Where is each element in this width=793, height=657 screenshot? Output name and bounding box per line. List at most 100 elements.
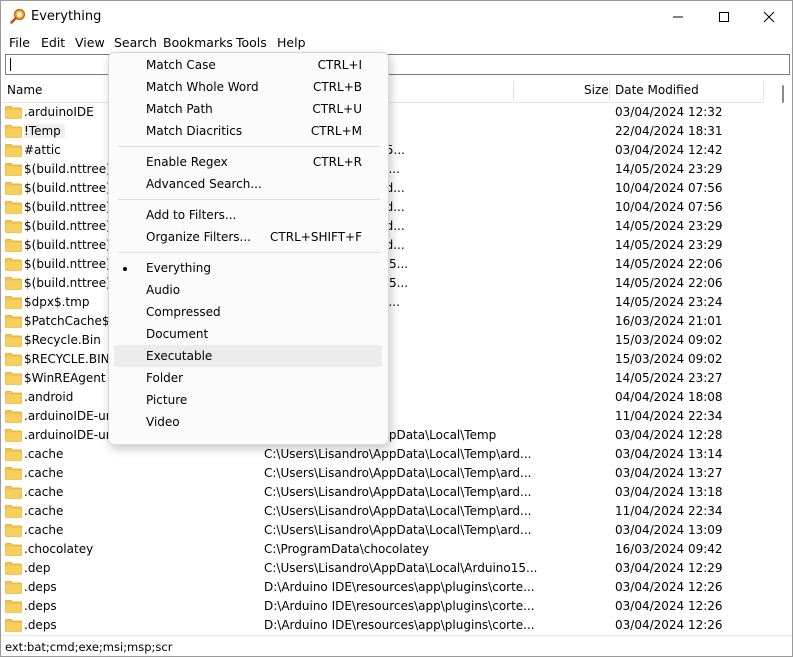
menu-bar: File Edit View Search Bookmarks Tools He…: [1, 32, 792, 52]
table-row[interactable]: .deps D:\Arduino IDE\resources\app\plugin…: [1, 578, 764, 597]
folder-icon: [5, 410, 22, 423]
table-row[interactable]: .cache C:\Users\Lisandro\AppData\Local\Te…: [1, 464, 764, 483]
menu-search[interactable]: Search: [114, 34, 157, 52]
menu-file[interactable]: File: [9, 34, 30, 52]
menu-item-document[interactable]: Document: [114, 323, 382, 345]
row-date: 10/04/2024 07:56: [615, 200, 723, 214]
menu-item-label: Organize Filters...: [146, 230, 251, 244]
row-path: C:\ProgramData\chocolatey: [264, 542, 430, 556]
column-divider[interactable]: [609, 81, 610, 101]
menu-item-everything[interactable]: Everything: [114, 257, 382, 279]
menu-item-label: Folder: [146, 371, 184, 385]
menu-tools[interactable]: Tools: [236, 34, 267, 52]
folder-icon: [5, 258, 22, 271]
menu-item-match-case[interactable]: Match Case CTRL+I: [114, 54, 382, 76]
row-name: $PatchCache$: [24, 314, 110, 328]
menu-item-shortcut: CTRL+U: [312, 102, 362, 116]
menu-item-label: Document: [146, 327, 209, 341]
column-size[interactable]: Size: [584, 79, 609, 102]
menu-edit[interactable]: Edit: [41, 34, 65, 52]
menu-item-audio[interactable]: Audio: [114, 279, 382, 301]
folder-icon: [5, 562, 22, 575]
minimize-button[interactable]: [655, 1, 701, 32]
row-date: 11/04/2024 22:34: [615, 504, 723, 518]
row-path: C:\Users\Lisandro\AppData\Local\Arduino1…: [264, 561, 538, 575]
row-date: 04/04/2024 18:08: [615, 390, 723, 404]
row-date: 03/04/2024 13:14: [615, 447, 723, 461]
menu-item-enable-regex[interactable]: Enable Regex CTRL+R: [114, 151, 382, 173]
menu-item-advanced-search[interactable]: Advanced Search...: [114, 173, 382, 195]
row-date: 11/04/2024 22:34: [615, 409, 723, 423]
row-name: $(build.nttree): [24, 276, 111, 290]
row-name: !Temp: [24, 124, 65, 138]
row-date: 16/03/2024 09:42: [615, 542, 723, 556]
row-date: 14/05/2024 23:24: [615, 295, 723, 309]
table-row[interactable]: .cache C:\Users\Lisandro\AppData\Local\Te…: [1, 483, 764, 502]
row-date: 14/05/2024 23:29: [615, 219, 723, 233]
table-row[interactable]: .cache C:\Users\Lisandro\AppData\Local\Te…: [1, 502, 764, 521]
folder-icon: [5, 220, 22, 233]
window-title: Everything: [31, 9, 102, 24]
menu-item-label: Advanced Search...: [146, 177, 262, 191]
menu-item-organize-filters[interactable]: Organize Filters... CTRL+SHIFT+F: [114, 226, 382, 248]
row-path: C:\Users\Lisandro\AppData\Local\Temp\ard…: [264, 504, 532, 518]
row-name: .deps: [24, 580, 57, 594]
row-name: .cache: [24, 523, 64, 537]
row-date: 03/04/2024 12:28: [615, 428, 723, 442]
table-row[interactable]: .cache C:\Users\Lisandro\AppData\Local\Te…: [1, 445, 764, 464]
folder-icon: [5, 353, 22, 366]
menu-item-video[interactable]: Video: [114, 411, 382, 433]
table-row[interactable]: .cache C:\Users\Lisandro\AppData\Local\Te…: [1, 521, 764, 540]
menu-item-folder[interactable]: Folder: [114, 367, 382, 389]
menu-help[interactable]: Help: [277, 34, 306, 52]
table-row[interactable]: .dep C:\Users\Lisandro\AppData\Local\Ardu…: [1, 559, 764, 578]
title-bar[interactable]: Everything: [1, 1, 792, 32]
column-name[interactable]: Name: [7, 79, 42, 102]
folder-icon: [5, 315, 22, 328]
column-divider[interactable]: [763, 81, 764, 101]
menu-item-label: Match Diacritics: [146, 124, 243, 138]
status-filter-text: ext:bat;cmd;exe;msi;msp;scr: [5, 640, 173, 654]
close-button[interactable]: [746, 1, 792, 32]
folder-icon: [5, 144, 22, 157]
menu-item-label: Audio: [146, 283, 181, 297]
search-menu-dropdown: Match Case CTRL+I Match Whole Word CTRL+B Ma…: [108, 52, 389, 445]
scrollbar-thumb[interactable]: [782, 85, 784, 103]
maximize-button[interactable]: [701, 1, 747, 32]
vertical-scrollbar[interactable]: [776, 79, 790, 635]
menu-item-match-whole-word[interactable]: Match Whole Word CTRL+B: [114, 76, 382, 98]
column-divider[interactable]: [513, 81, 514, 101]
row-name: $Recycle.Bin: [24, 333, 101, 347]
row-path: D:\Arduino IDE\resources\app\plugins\cor…: [264, 580, 535, 594]
row-date: 03/04/2024 12:42: [615, 143, 723, 157]
menu-item-picture[interactable]: Picture: [114, 389, 382, 411]
folder-icon: [5, 600, 22, 613]
column-date-modified[interactable]: Date Modified: [615, 79, 699, 102]
row-name: .android: [24, 390, 74, 404]
folder-icon: [5, 163, 22, 176]
row-date: 03/04/2024 13:18: [615, 485, 723, 499]
status-bar: ext:bat;cmd;exe;msi;msp;scr: [1, 635, 792, 656]
table-row[interactable]: .deps D:\Arduino IDE\resources\app\plugin…: [1, 616, 764, 635]
menu-separator: [118, 252, 380, 253]
menu-item-label: Add to Filters...: [146, 208, 237, 222]
menu-item-add-to-filters[interactable]: Add to Filters...: [114, 204, 382, 226]
menu-view[interactable]: View: [75, 34, 105, 52]
menu-item-label: Compressed: [146, 305, 221, 319]
folder-icon: [5, 201, 22, 214]
folder-icon: [5, 391, 22, 404]
menu-item-executable[interactable]: Executable: [114, 345, 382, 367]
table-row[interactable]: .chocolatey C:\ProgramData\chocolatey 16/0…: [1, 540, 764, 559]
close-icon: [763, 11, 775, 22]
menu-item-shortcut: CTRL+I: [317, 58, 362, 72]
table-row[interactable]: .deps D:\Arduino IDE\resources\app\plugin…: [1, 597, 764, 616]
row-name: .arduinoIDE: [24, 105, 94, 119]
row-path: C:\Users\Lisandro\AppData\Local\Temp\ard…: [264, 447, 532, 461]
row-date: 03/04/2024 13:27: [615, 466, 723, 480]
menu-item-match-path[interactable]: Match Path CTRL+U: [114, 98, 382, 120]
menu-bookmarks[interactable]: Bookmarks: [163, 34, 233, 52]
row-path: C:\Users\Lisandro\AppData\Local\Temp\ard…: [264, 466, 532, 480]
menu-item-match-diacritics[interactable]: Match Diacritics CTRL+M: [114, 120, 382, 142]
row-date: 14/05/2024 22:06: [615, 276, 723, 290]
menu-item-compressed[interactable]: Compressed: [114, 301, 382, 323]
